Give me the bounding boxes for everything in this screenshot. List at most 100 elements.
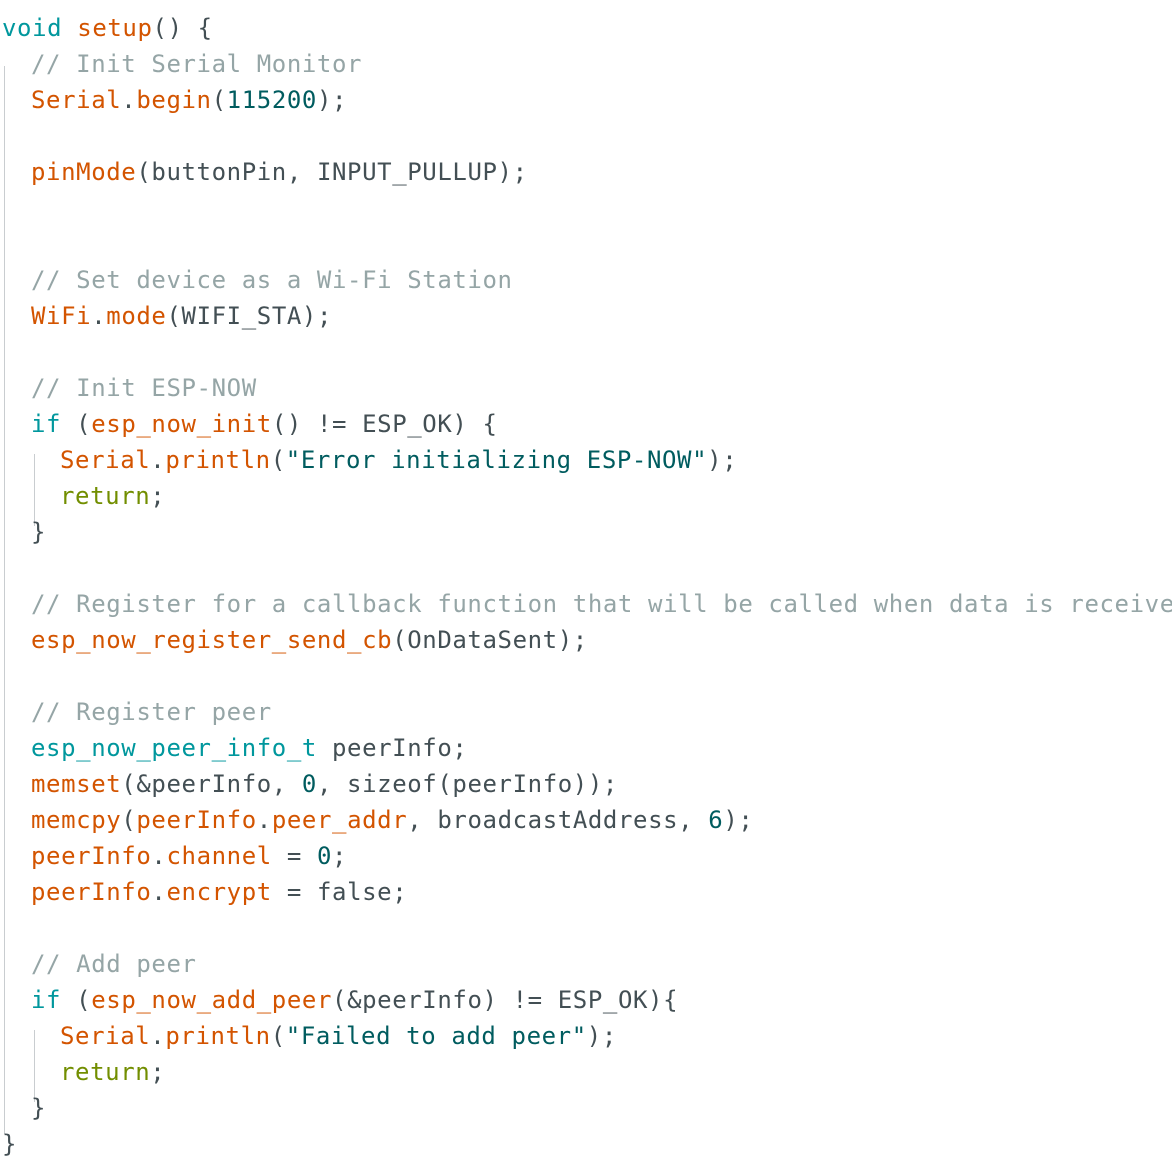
function-token: encrypt	[166, 878, 272, 906]
keyword-token: esp_now_peer_info_t	[31, 734, 317, 762]
code-line[interactable]: // Set device as a Wi-Fi Station	[0, 262, 1172, 298]
function-token: peer_addr	[271, 806, 408, 834]
plain-token: peerInfo;	[316, 734, 468, 762]
code-line[interactable]	[0, 910, 1172, 946]
code-line[interactable]	[0, 226, 1172, 262]
code-line[interactable]: // Init Serial Monitor	[0, 46, 1172, 82]
function-token: channel	[166, 842, 272, 870]
function-token: memset	[31, 770, 122, 798]
code-line[interactable]: }	[0, 1090, 1172, 1126]
plain-token: ;	[150, 1058, 166, 1086]
plain-token: (	[211, 86, 227, 114]
function-token: peerInfo	[31, 842, 152, 870]
plain-token: .	[151, 878, 167, 906]
code-line[interactable]	[0, 118, 1172, 154]
comment-token: // Add peer	[31, 950, 197, 978]
plain-token: }	[2, 1130, 18, 1158]
code-line[interactable]	[0, 658, 1172, 694]
function-token: esp_now_register_send_cb	[31, 626, 393, 654]
plain-token: }	[31, 1094, 47, 1122]
function-token: mode	[106, 302, 167, 330]
plain-token: () != ESP_OK) {	[271, 410, 498, 438]
code-line[interactable]: if (esp_now_init() != ESP_OK) {	[0, 406, 1172, 442]
plain-token: =	[271, 842, 317, 870]
plain-token: (buttonPin, INPUT_PULLUP);	[136, 158, 528, 186]
plain-token: );	[316, 86, 348, 114]
code-line[interactable]: if (esp_now_add_peer(&peerInfo) != ESP_O…	[0, 982, 1172, 1018]
plain-token: (&peerInfo) != ESP_OK){	[332, 986, 679, 1014]
code-line[interactable]: esp_now_peer_info_t peerInfo;	[0, 730, 1172, 766]
code-line[interactable]: }	[0, 514, 1172, 550]
plain-token: );	[707, 446, 738, 474]
number-token: 0	[301, 770, 317, 798]
code-line[interactable]: Serial.begin(115200);	[0, 82, 1172, 118]
code-line[interactable]	[0, 334, 1172, 370]
return-keyword-token: return	[60, 482, 151, 510]
code-line[interactable]: Serial.println("Error initializing ESP-N…	[0, 442, 1172, 478]
function-token: Serial	[60, 1022, 151, 1050]
plain-token: ;	[332, 842, 348, 870]
code-line[interactable]	[0, 550, 1172, 586]
function-token: Serial	[60, 446, 151, 474]
code-line[interactable]: void setup() {	[0, 10, 1172, 46]
function-token: Serial	[31, 86, 122, 114]
function-token: memcpy	[31, 806, 122, 834]
plain-token: , broadcastAddress,	[407, 806, 709, 834]
code-line[interactable]: memset(&peerInfo, 0, sizeof(peerInfo));	[0, 766, 1172, 802]
plain-token: ;	[150, 482, 166, 510]
comment-token: // Init Serial Monitor	[31, 50, 363, 78]
plain-token: .	[151, 842, 167, 870]
comment-token: // Init ESP-NOW	[31, 374, 257, 402]
function-token: println	[165, 1022, 271, 1050]
plain-token: , sizeof(peerInfo));	[316, 770, 618, 798]
plain-token: (	[270, 446, 286, 474]
plain-token: );	[723, 806, 754, 834]
code-line[interactable]: // Add peer	[0, 946, 1172, 982]
code-line[interactable]	[0, 190, 1172, 226]
function-token: begin	[136, 86, 212, 114]
comment-token: // Register for a callback function that…	[31, 590, 1172, 618]
plain-token: = false;	[271, 878, 408, 906]
code-line[interactable]: pinMode(buttonPin, INPUT_PULLUP);	[0, 154, 1172, 190]
code-line[interactable]: peerInfo.channel = 0;	[0, 838, 1172, 874]
function-token: peerInfo	[136, 806, 257, 834]
plain-token: (&peerInfo,	[121, 770, 302, 798]
plain-token: }	[31, 518, 47, 546]
code-line[interactable]: WiFi.mode(WIFI_STA);	[0, 298, 1172, 334]
code-line[interactable]: return;	[0, 1054, 1172, 1090]
code-line[interactable]: esp_now_register_send_cb(OnDataSent);	[0, 622, 1172, 658]
keyword-token: if	[31, 986, 62, 1014]
code-line[interactable]: // Register peer	[0, 694, 1172, 730]
return-keyword-token: return	[60, 1058, 151, 1086]
code-line[interactable]: Serial.println("Failed to add peer");	[0, 1018, 1172, 1054]
code-line[interactable]: }	[0, 1126, 1172, 1162]
code-line[interactable]: // Init ESP-NOW	[0, 370, 1172, 406]
code-editor[interactable]: void setup() { // Init Serial Monitor Se…	[0, 10, 1172, 1162]
code-line[interactable]: // Register for a callback function that…	[0, 586, 1172, 622]
plain-token: .	[91, 302, 107, 330]
keyword-token: if	[31, 410, 62, 438]
keyword-token: void	[2, 14, 63, 42]
plain-token: );	[586, 1022, 617, 1050]
function-token: peerInfo	[31, 878, 152, 906]
code-line[interactable]: peerInfo.encrypt = false;	[0, 874, 1172, 910]
plain-token: (	[121, 806, 137, 834]
string-token: "Failed to add peer"	[285, 1022, 587, 1050]
code-line[interactable]: memcpy(peerInfo.peer_addr, broadcastAddr…	[0, 802, 1172, 838]
number-token: 0	[316, 842, 333, 870]
plain-token: .	[150, 1022, 166, 1050]
function-token: println	[165, 446, 271, 474]
plain-token: .	[121, 86, 137, 114]
code-line[interactable]: return;	[0, 478, 1172, 514]
comment-token: // Set device as a Wi-Fi Station	[31, 266, 513, 294]
function-token: setup	[77, 14, 153, 42]
plain-token: (	[270, 1022, 286, 1050]
plain-token: (WIFI_STA);	[166, 302, 333, 330]
function-token: WiFi	[31, 302, 92, 330]
function-token: esp_now_init	[91, 410, 272, 438]
plain-token: (OnDataSent);	[392, 626, 588, 654]
plain-token: (	[61, 410, 92, 438]
plain-token: (	[61, 986, 92, 1014]
number-token: 6	[708, 806, 724, 834]
